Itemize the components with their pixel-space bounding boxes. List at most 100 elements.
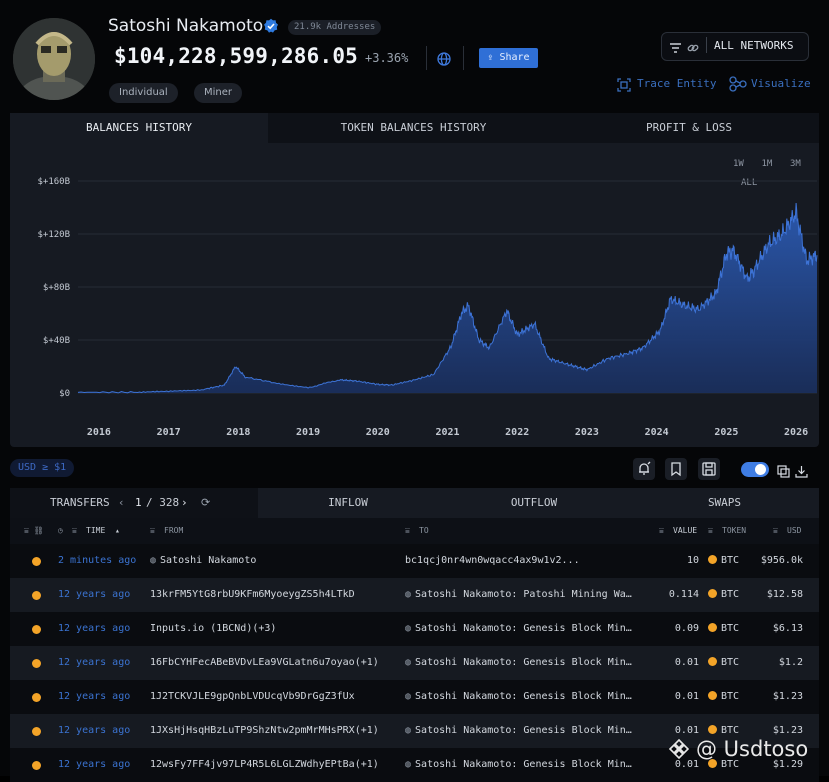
- filter-icon[interactable]: ⩸: [150, 526, 155, 536]
- alert-icon[interactable]: [633, 458, 655, 480]
- row-from[interactable]: 12wsFy7FF4jv97LP4R5L6LGLZWdhyEPtBa(+1): [150, 759, 379, 770]
- visualize-link[interactable]: Visualize: [751, 77, 811, 90]
- row-token-label: BTC: [721, 623, 740, 634]
- tab-transfers[interactable]: TRANSFERS ‹ 1 / 328 › ⟳: [10, 488, 258, 518]
- table-row[interactable]: 12 years ago 1J2TCKVJLE9gpQnbLVDUcqVb9DrG…: [10, 680, 819, 714]
- download-icon[interactable]: [795, 463, 808, 482]
- x-tick-label: 2026: [784, 427, 808, 438]
- row-to[interactable]: ◍ Satoshi Nakamoto: Genesis Block Min…: [405, 691, 632, 702]
- tab-swaps[interactable]: SWAPS: [630, 488, 819, 518]
- row-to[interactable]: ◍ Satoshi Nakamoto: Genesis Block Min…: [405, 725, 632, 736]
- entity-icon: ◍: [405, 657, 412, 668]
- trace-entity-link[interactable]: Trace Entity: [637, 77, 716, 90]
- filter-icon[interactable]: ⩸: [708, 526, 713, 536]
- col-to[interactable]: TO: [419, 526, 429, 535]
- row-token[interactable]: BTC: [708, 691, 739, 702]
- row-token[interactable]: BTC: [708, 623, 739, 634]
- row-usd: $1.2: [778, 657, 803, 668]
- filter-icon[interactable]: ⩸: [773, 526, 778, 536]
- row-token-label: BTC: [721, 555, 740, 566]
- next-page-icon[interactable]: ›: [181, 488, 188, 518]
- row-token[interactable]: BTC: [708, 657, 739, 668]
- tab-balances-history[interactable]: BALANCES HISTORY: [10, 113, 268, 143]
- balance-area-series[interactable]: [78, 203, 817, 393]
- row-token[interactable]: BTC: [708, 725, 739, 736]
- tag-miner[interactable]: Miner: [194, 83, 243, 103]
- visualize-icon[interactable]: [729, 76, 747, 92]
- entity-icon: ◍: [405, 691, 412, 702]
- save-icon[interactable]: [698, 458, 720, 480]
- row-value: 10: [686, 555, 699, 566]
- row-to[interactable]: ◍ Satoshi Nakamoto: Genesis Block Min…: [405, 759, 632, 770]
- entity-avatar: [13, 18, 95, 100]
- row-from[interactable]: 1J2TCKVJLE9gpQnbLVDUcqVb9DrGgZ3fUx: [150, 691, 355, 702]
- table-row[interactable]: 12 years ago Inputs.io (1BCNd)(+3) ◍ Satosh…: [10, 612, 819, 646]
- row-from[interactable]: 13krFM5YtG8rbU9KFm6MyoeygZS5h4LTkD: [150, 589, 355, 600]
- table-row[interactable]: 12 years ago 16FbCYHFecABeBVDvLEa9VGLatn6…: [10, 646, 819, 680]
- row-from[interactable]: ◍ Satoshi Nakamoto: [150, 555, 256, 566]
- row-from[interactable]: Inputs.io (1BCNd)(+3): [150, 623, 276, 634]
- tab-inflow[interactable]: INFLOW: [258, 488, 438, 518]
- row-to[interactable]: ◍ Satoshi Nakamoto: Genesis Block Min…: [405, 623, 632, 634]
- link-icon[interactable]: [687, 39, 699, 58]
- copy-icon[interactable]: [777, 463, 790, 482]
- row-to[interactable]: bc1qcj0nr4wn0wqacc4ax9w1v2...: [405, 555, 580, 566]
- tab-outflow[interactable]: OUTFLOW: [438, 488, 630, 518]
- table-row[interactable]: 12 years ago 13krFM5YtG8rbU9KFm6MyoeygZS5…: [10, 578, 819, 612]
- entity-icon: ◍: [150, 555, 157, 566]
- row-from[interactable]: 16FbCYHFecABeBVDvLEa9VGLatn6u7oyao(+1): [150, 657, 379, 668]
- row-time[interactable]: 12 years ago: [58, 623, 130, 634]
- col-usd[interactable]: USD: [787, 526, 801, 535]
- row-from[interactable]: 1JXsHjHsqHBzLuTP9ShzNtw2pmMrMHsPRX(+1): [150, 725, 379, 736]
- filter-icon[interactable]: ⩸: [659, 526, 664, 536]
- row-to-label: bc1qcj0nr4wn0wqacc4ax9w1v2...: [405, 555, 580, 566]
- row-value: 0.01: [674, 657, 699, 668]
- bookmark-icon[interactable]: [665, 458, 687, 480]
- row-time[interactable]: 2 minutes ago: [58, 555, 136, 566]
- filter-icon[interactable]: ⩸ ⛓: [24, 526, 44, 536]
- addresses-count-badge[interactable]: 21.9k Addresses: [288, 20, 382, 35]
- page-current[interactable]: 1: [135, 488, 142, 518]
- row-token-label: BTC: [721, 657, 740, 668]
- btc-coin-icon: [708, 623, 717, 632]
- row-from-label: 12wsFy7FF4jv97LP4R5L6LGLZWdhyEPtBa(+1): [150, 759, 379, 770]
- tab-token-balances-history[interactable]: TOKEN BALANCES HISTORY: [268, 113, 559, 143]
- share-button[interactable]: ⇪ Share: [479, 48, 538, 68]
- row-value: 0.01: [674, 691, 699, 702]
- tag-individual[interactable]: Individual: [109, 83, 178, 103]
- x-tick-label: 2019: [296, 427, 320, 438]
- tab-profit-loss[interactable]: PROFIT & LOSS: [559, 113, 819, 143]
- row-time[interactable]: 12 years ago: [58, 657, 130, 668]
- prev-page-icon[interactable]: ‹: [118, 488, 125, 518]
- row-time[interactable]: 12 years ago: [58, 759, 130, 770]
- refresh-icon[interactable]: ⟳: [201, 488, 210, 518]
- row-to[interactable]: ◍ Satoshi Nakamoto: Genesis Block Min…: [405, 657, 632, 668]
- row-token[interactable]: BTC: [708, 555, 739, 566]
- entity-icon: ◍: [405, 623, 412, 634]
- row-time[interactable]: 12 years ago: [58, 691, 130, 702]
- trace-icon[interactable]: [617, 77, 631, 92]
- row-token[interactable]: BTC: [708, 589, 739, 600]
- col-value[interactable]: VALUE: [673, 526, 697, 535]
- row-from-label: Inputs.io (1BCNd)(+3): [150, 623, 277, 634]
- balance-history-chart[interactable]: $0 $+40B $+80B $+120B $+160B 2016 2017 2018 2019…: [10, 145, 819, 445]
- filter-icon[interactable]: ⩸: [405, 526, 410, 536]
- col-from[interactable]: FROM: [164, 526, 183, 535]
- col-time[interactable]: TIME: [86, 526, 105, 535]
- y-tick-label: $+80B: [43, 283, 70, 293]
- filter-icon[interactable]: [669, 39, 682, 58]
- sort-asc-icon[interactable]: ▴: [115, 526, 120, 535]
- filter-icon[interactable]: ⩸: [72, 526, 77, 536]
- usd-filter-badge[interactable]: USD ≥ $1: [10, 459, 75, 477]
- globe-icon[interactable]: [437, 51, 451, 66]
- btc-coin-icon: [708, 691, 717, 700]
- total-balance: $104,228,599,286.05: [114, 44, 359, 68]
- row-usd: $12.58: [766, 589, 803, 600]
- row-time[interactable]: 12 years ago: [58, 589, 130, 600]
- x-tick-label: 2021: [435, 427, 459, 438]
- row-to[interactable]: ◍ Satoshi Nakamoto: Patoshi Mining Wa…: [405, 589, 632, 600]
- x-tick-label: 2016: [87, 427, 111, 438]
- col-token[interactable]: TOKEN: [722, 526, 746, 535]
- table-row[interactable]: 2 minutes ago ◍ Satoshi Nakamoto bc1qcj0nr4…: [10, 544, 819, 578]
- row-time[interactable]: 12 years ago: [58, 725, 130, 736]
